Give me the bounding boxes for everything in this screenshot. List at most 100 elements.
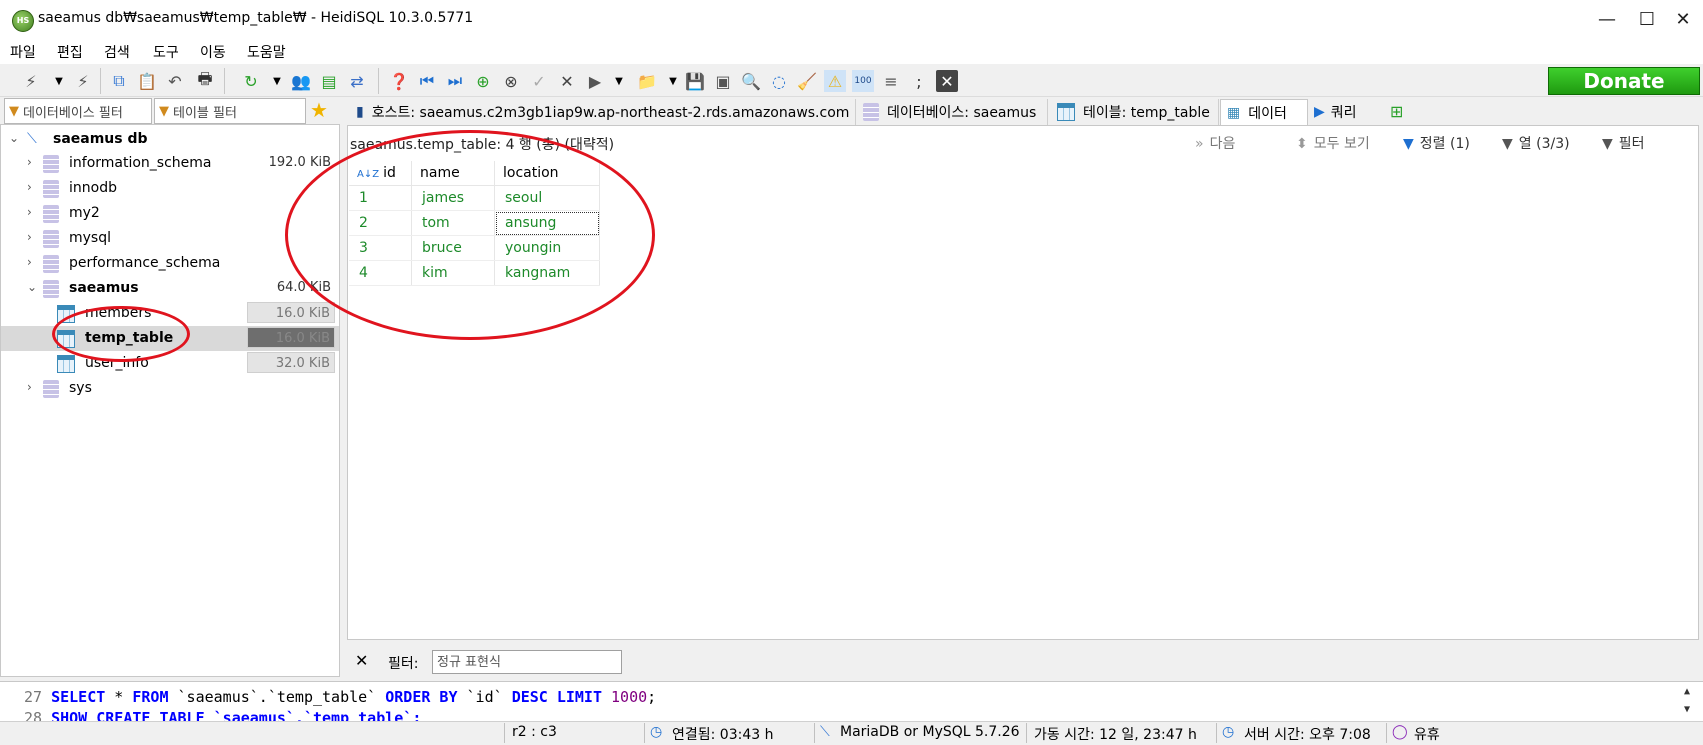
sort-button[interactable]: ▼ 정렬 (1) [1403,133,1470,153]
data-grid[interactable]: A↓Z id name location 1 james seoul 2 tom … [349,161,600,286]
donate-button[interactable]: Donate [1548,67,1700,95]
refresh-dropdown-icon[interactable]: ▼ [266,70,288,92]
table-filter-input[interactable]: ▼ 테이블 필터 [154,98,306,124]
tree-item-temp-table[interactable]: temp_table 16.0 KiB [1,326,339,351]
open-folder-icon[interactable]: 📁 [636,70,658,92]
folder-dropdown-icon[interactable]: ▼ [662,70,684,92]
undo-icon[interactable]: ↶ [164,70,186,92]
find-icon[interactable]: 🔍 [740,70,762,92]
database-tree[interactable]: ⌄ ⟍ saeamus db › information_schema 192.… [0,124,340,677]
tab-table[interactable]: 테이블: temp_table [1051,99,1219,125]
show-all-button[interactable]: ⬍ 모두 보기 [1296,133,1370,153]
column-header-id[interactable]: A↓Z id [349,161,412,186]
semicolon-icon[interactable]: ; [908,70,930,92]
regex-filter-input[interactable]: 정규 표현식 [432,650,622,674]
tree-item-performance-schema[interactable]: › performance_schema [1,251,339,276]
execute-icon[interactable]: ▶ [584,70,606,92]
tree-item-saeamus[interactable]: ⌄ saeamus 64.0 KiB [1,276,339,301]
scroll-up-icon[interactable]: ▲ [1684,686,1690,697]
favorite-star-icon[interactable]: ★ [310,98,328,122]
disconnect-icon[interactable]: ⚡ [72,70,94,92]
grid-cell[interactable]: kangnam [494,260,600,286]
connect-icon[interactable]: ⚡ [20,70,42,92]
menu-goto[interactable]: 이동 [200,42,226,62]
chevron-right-icon[interactable]: › [27,155,32,169]
tree-item-mysql[interactable]: › mysql [1,226,339,251]
grid-cell[interactable]: tom [411,210,495,236]
tree-item-my2[interactable]: › my2 [1,201,339,226]
chevron-right-icon[interactable]: › [27,230,32,244]
users-icon[interactable]: 👥 [290,70,312,92]
binary-icon[interactable]: 100 [852,70,874,92]
tree-item-members[interactable]: members 16.0 KiB [1,301,339,326]
table-row[interactable]: 4 kim kangnam [349,260,600,286]
tree-item-user-info[interactable]: user_info 32.0 KiB [1,351,339,376]
grid-cell[interactable]: james [411,185,495,211]
chevron-down-icon[interactable]: ⌄ [9,131,19,145]
execute-dropdown-icon[interactable]: ▼ [608,70,630,92]
maximize-button[interactable]: ☐ [1627,0,1667,38]
grid-cell[interactable]: youngin [494,235,600,261]
grid-cell[interactable]: kim [411,260,495,286]
print-icon[interactable]: 🖶 [194,69,216,92]
tree-root[interactable]: ⌄ ⟍ saeamus db [1,127,339,152]
menu-tools[interactable]: 도구 [153,42,179,62]
menu-file[interactable]: 파일 [10,42,36,62]
chevron-right-icon[interactable]: › [27,180,32,194]
tree-item-information-schema[interactable]: › information_schema 192.0 KiB [1,151,339,176]
tree-item-sys[interactable]: › sys [1,376,339,401]
close-filter-icon[interactable]: ✕ [355,651,368,670]
next-button[interactable]: » 다음 [1195,133,1235,153]
column-header-location[interactable]: location [494,161,600,186]
tab-database[interactable]: 데이터베이스: saeamus [857,99,1048,125]
refresh-icon[interactable]: ↻ [240,70,262,92]
save-icon[interactable]: 💾 [684,70,706,92]
clean-icon[interactable]: 🧹 [796,70,818,92]
replace-icon[interactable]: ◌ [768,70,790,92]
paste-icon[interactable]: 📋 [136,70,158,92]
column-header-name[interactable]: name [411,161,495,186]
table-row[interactable]: 1 james seoul [349,185,600,211]
close-tab-icon[interactable]: ✕ [936,70,958,92]
grid-cell[interactable]: 1 [349,185,412,211]
grid-cell[interactable]: 4 [349,260,412,286]
table-row[interactable]: 2 tom ansung [349,210,600,236]
grid-cell[interactable]: 2 [349,210,412,236]
filter-button[interactable]: ▼ 필터 [1602,133,1645,153]
grid-cell[interactable]: 3 [349,235,412,261]
close-button[interactable]: ✕ [1663,0,1703,38]
new-query-tab-icon[interactable]: ⊞ [1390,102,1403,121]
database-filter-input[interactable]: ▼ 데이터베이스 필터 [4,98,152,124]
tree-item-innodb[interactable]: › innodb [1,176,339,201]
copy-icon[interactable]: ⧉ [108,70,130,92]
sql-log[interactable]: 27 SELECT * FROM `saeamus`.`temp_table` … [0,681,1703,722]
chevron-right-icon[interactable]: › [27,205,32,219]
last-record-icon[interactable]: ⏭ [444,70,466,92]
export-icon[interactable]: ▤ [318,70,340,92]
transfer-icon[interactable]: ⇄ [346,70,368,92]
post-record-icon[interactable]: ✓ [528,70,550,92]
chevron-right-icon[interactable]: › [27,380,32,394]
delete-record-icon[interactable]: ⊗ [500,70,522,92]
wrap-icon[interactable]: ≡ [880,70,902,92]
grid-cell[interactable]: bruce [411,235,495,261]
chevron-right-icon[interactable]: › [27,255,32,269]
tab-data[interactable]: ▦ 데이터 [1220,99,1308,126]
save-as-icon[interactable]: ▣ [712,70,734,92]
menu-search[interactable]: 검색 [104,42,130,62]
grid-cell[interactable]: seoul [494,185,600,211]
first-record-icon[interactable]: ⏮ [416,70,438,92]
tab-host[interactable]: ▮ 호스트: saeamus.c2m3gb1iap9w.ap-northeast… [350,99,856,125]
table-row[interactable]: 3 bruce youngin [349,235,600,261]
minimize-button[interactable]: — [1587,0,1627,38]
menu-edit[interactable]: 편집 [57,42,83,62]
warning-icon[interactable]: ⚠ [824,70,846,92]
cancel-record-icon[interactable]: ✕ [556,70,578,92]
add-record-icon[interactable]: ⊕ [472,70,494,92]
scroll-down-icon[interactable]: ▼ [1684,704,1690,715]
tab-query[interactable]: ▶ 쿼리 [1310,99,1382,125]
columns-button[interactable]: ▼ 열 (3/3) [1502,133,1570,153]
help-icon[interactable]: ❓ [388,70,410,92]
connect-dropdown-icon[interactable]: ▼ [48,70,70,92]
chevron-down-icon[interactable]: ⌄ [27,280,37,294]
